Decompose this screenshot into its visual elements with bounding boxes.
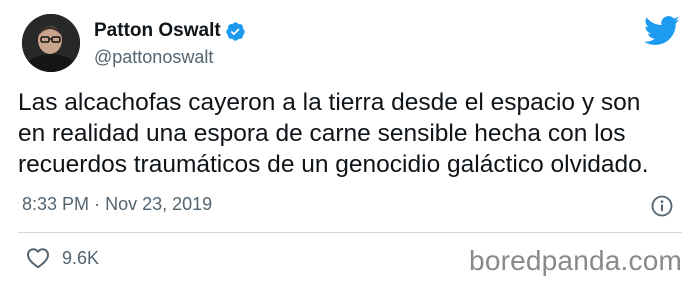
verified-badge-icon	[225, 21, 246, 42]
author-name-row[interactable]: Patton Oswalt	[94, 20, 246, 42]
tweet-timestamp[interactable]: 8:33 PM · Nov 23, 2019	[22, 194, 212, 215]
avatar-image	[22, 14, 80, 72]
tweet-text: Las alcachofas cayeron a la tierra desde…	[18, 87, 688, 180]
avatar[interactable]	[22, 14, 80, 72]
author-handle[interactable]: @pattonoswalt	[94, 47, 213, 68]
tweet-text-line: recuerdos traumáticos de un genocidio ga…	[18, 151, 649, 178]
tweet-text-line: Las alcachofas cayeron a la tierra desde…	[18, 89, 641, 116]
author-display-name[interactable]: Patton Oswalt	[94, 20, 221, 42]
like-button[interactable]: 9.6K	[26, 247, 99, 269]
info-icon[interactable]	[651, 195, 673, 217]
like-count: 9.6K	[62, 247, 100, 268]
tweet-date: Nov 23, 2019	[105, 194, 213, 214]
tweet-text-line: en realidad una espora de carne sensible…	[18, 120, 626, 147]
watermark: boredpanda.com	[469, 245, 682, 276]
tweet-card: Patton Oswalt @pattonoswalt Las alcachof…	[0, 0, 700, 285]
tweet-time: 8:33 PM	[22, 194, 90, 214]
timestamp-separator: ·	[94, 194, 101, 214]
twitter-bird-icon[interactable]	[644, 16, 680, 46]
divider	[18, 232, 682, 233]
heart-icon	[26, 247, 50, 269]
